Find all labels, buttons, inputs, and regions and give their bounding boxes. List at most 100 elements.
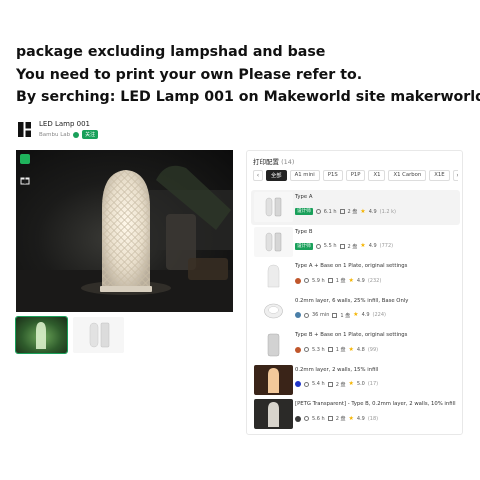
designer-tag: 设计师 xyxy=(295,242,313,250)
author-avatar[interactable] xyxy=(295,415,301,422)
tab-p1p[interactable]: P1P xyxy=(345,169,366,181)
profile-name: [PETG Transparent] - Type B, 0.2mm layer… xyxy=(295,401,456,407)
tabs-prev-icon[interactable]: ‹ xyxy=(253,169,263,181)
headline-line-3: By serching: LED Lamp 001 on Makeworld s… xyxy=(16,89,480,105)
brand-logo-icon xyxy=(18,122,31,137)
plate-count: 1 盘 xyxy=(335,347,346,353)
profile-meta: 5.6 h 2 盘 ★ 4.9 (18) xyxy=(295,415,378,422)
profile-thumbnail xyxy=(254,330,293,360)
profile-meta: 设计师 5.5 h 2 盘 ★ 4.9 (772) xyxy=(295,242,393,250)
tab-x1[interactable]: X1 xyxy=(368,169,386,181)
designer-tag: 设计师 xyxy=(295,208,313,215)
thumbnail-1[interactable] xyxy=(15,316,68,354)
plate-count: 2 盘 xyxy=(335,381,346,388)
profile-item[interactable]: 0.2mm layer, 6 walls, 25% infill, Base O… xyxy=(251,294,460,329)
profile-thumbnail xyxy=(254,295,293,326)
author-avatar[interactable] xyxy=(295,312,301,318)
profile-meta: 设计师 6.1 h 2 盘 ★ 4.9 (1.2 k) xyxy=(295,208,396,215)
headline-line-2: You need to print your own Please refer … xyxy=(16,66,363,83)
printer-badge-icon xyxy=(20,154,30,164)
print-time: 5.4 h xyxy=(312,381,325,387)
plate-icon xyxy=(339,209,345,214)
author-avatar[interactable] xyxy=(295,277,301,284)
profile-count: (14) xyxy=(281,158,295,166)
tabs-next-icon[interactable]: › xyxy=(452,169,458,181)
clock-icon xyxy=(315,243,321,249)
headline-text: package excluding lampshad and base You … xyxy=(16,41,480,109)
profile-thumbnail xyxy=(254,364,293,395)
profile-thumbnail xyxy=(254,399,293,429)
panel-title: 打印配置 (14) xyxy=(253,156,294,166)
star-icon: ★ xyxy=(348,380,354,387)
review-count: (18) xyxy=(367,415,379,422)
print-time: 5.6 h xyxy=(312,415,325,422)
profile-name: 0.2mm layer, 6 walls, 25% infill, Base O… xyxy=(295,297,409,304)
star-icon: ★ xyxy=(353,311,359,318)
profile-meta: 36 min 1 盘 ★ 4.9 (224) xyxy=(295,312,386,319)
clock-icon xyxy=(304,416,309,421)
thumbnail-2[interactable] xyxy=(73,317,124,353)
review-count: (99) xyxy=(367,346,379,353)
print-time: 36 min xyxy=(312,312,330,318)
review-count: (17) xyxy=(367,381,379,387)
profile-thumbnail xyxy=(254,261,293,291)
profile-name: Type A xyxy=(295,194,313,200)
author-avatar[interactable] xyxy=(295,346,301,353)
rating-value: 4.9 xyxy=(356,277,365,284)
author-avatar[interactable] xyxy=(295,381,301,387)
author-row: Bambu Lab 关注 xyxy=(39,130,99,139)
clock-icon xyxy=(304,278,309,283)
profile-item[interactable]: [PETG Transparent] - Type B, 0.2mm layer… xyxy=(251,397,460,432)
star-icon: ★ xyxy=(360,242,366,249)
main-product-image[interactable] xyxy=(16,150,233,312)
review-count: (1.2 k) xyxy=(379,208,396,215)
profile-name: 0.2mm layer, 2 walls, 15% infill xyxy=(295,366,379,373)
profile-list: Type A 设计师 6.1 h2 盘 ★ 4.9 (1.2 k) Type B 设计师 5.5… xyxy=(251,190,460,432)
tab-p1s[interactable]: P1S xyxy=(322,169,343,181)
clock-icon xyxy=(304,347,309,352)
rating-value: 4.9 xyxy=(361,312,370,318)
author-name[interactable]: Bambu Lab xyxy=(39,132,70,138)
profile-meta: 5.3 h 1 盘 ★ 4.8 (99) xyxy=(295,346,378,353)
print-time: 5.9 h xyxy=(312,277,325,284)
plate-icon xyxy=(327,347,333,352)
model-title[interactable]: LED Lamp 001 xyxy=(39,120,90,128)
star-icon: ★ xyxy=(348,276,354,284)
thumbnail-lamp-green xyxy=(36,322,46,349)
profile-meta: 5.9 h 1 盘 ★ 4.9 (232) xyxy=(295,277,381,284)
tab-x1-carbon[interactable]: X1 Carbon xyxy=(388,169,427,181)
tab-a1-mini[interactable]: A1 mini xyxy=(289,169,320,181)
tab-all[interactable]: 全部 xyxy=(266,169,287,181)
thumbnail-lamps-white xyxy=(89,322,110,348)
clock-icon xyxy=(304,312,309,318)
profile-thumbnail xyxy=(254,226,293,257)
plate-count: 2 盘 xyxy=(335,416,346,422)
plate-icon xyxy=(327,381,333,387)
rating-value: 4.8 xyxy=(356,346,365,353)
profile-name: Type B xyxy=(295,228,313,235)
clock-icon xyxy=(304,381,309,387)
panel-title-text: 打印配置 xyxy=(253,158,279,166)
gift-icon[interactable] xyxy=(20,175,30,185)
tab-x1e[interactable]: X1E xyxy=(429,169,450,181)
print-time: 5.3 h xyxy=(312,346,325,353)
profile-item[interactable]: Type B 设计师 5.5 h 2 盘 ★ 4.9 (772) xyxy=(251,225,460,260)
plate-count: 2 盘 xyxy=(347,209,358,215)
print-time: 5.5 h xyxy=(323,243,337,249)
rating-value: 4.9 xyxy=(368,243,377,249)
lamp-scene xyxy=(16,165,233,312)
print-time: 6.1 h xyxy=(323,208,337,215)
printer-filter-tabs: ‹ 全部 A1 mini P1S P1P X1 X1 Carbon X1E › xyxy=(253,169,458,181)
profile-item[interactable]: Type B + Base on 1 Plate, original setti… xyxy=(251,328,460,363)
profile-meta: 5.4 h 2 盘 ★ 5.0 (17) xyxy=(295,381,378,388)
profile-item[interactable]: 0.2mm layer, 2 walls, 15% infill 5.4 h 2 盘… xyxy=(251,363,460,398)
profile-item[interactable]: Type A + Base on 1 Plate, original setti… xyxy=(251,259,460,294)
profile-item[interactable]: Type A 设计师 6.1 h 2 盘 ★ 4.9 (1.2 k) xyxy=(251,190,460,225)
rating-value: 4.9 xyxy=(368,208,377,215)
verified-icon xyxy=(73,131,80,138)
review-count: (224) xyxy=(372,312,386,318)
follow-button[interactable]: 关注 xyxy=(82,130,99,139)
plate-count: 2 盘 xyxy=(347,243,358,250)
star-icon: ★ xyxy=(360,207,366,215)
plate-icon xyxy=(327,278,333,283)
